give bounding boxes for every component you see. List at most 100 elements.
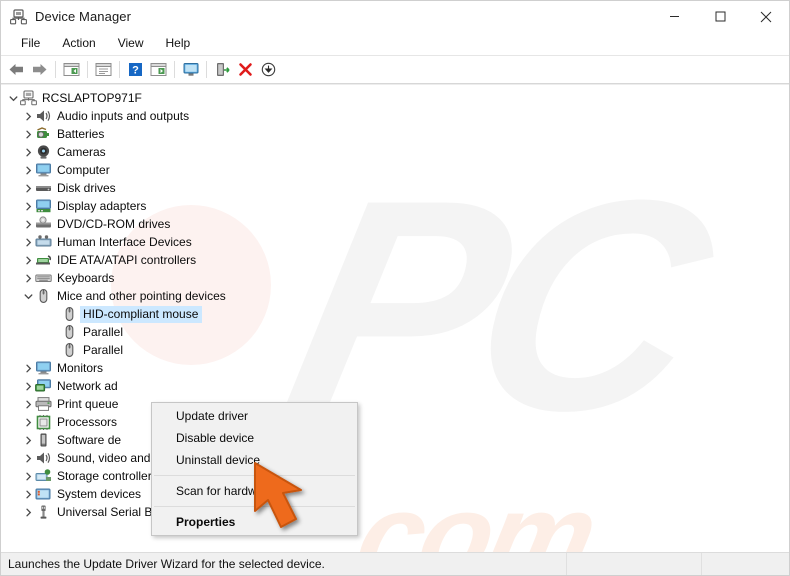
update-driver-icon[interactable] (211, 59, 234, 81)
tree-item-batteries[interactable]: Batteries (1, 125, 789, 143)
context-menu-item-disable-device[interactable]: Disable device (152, 427, 357, 449)
tree-item-storage-controllers[interactable]: Storage controllers (1, 467, 789, 485)
optical-drive-icon (35, 215, 52, 233)
device-manager-window: Device Manager File Action View Help ? P… (0, 0, 790, 576)
tree-item-label: Print queue (57, 397, 119, 411)
tree-item-hid-compliant-mouse[interactable]: HID-compliant mouse (1, 305, 789, 323)
minimize-button[interactable] (651, 1, 697, 32)
mouse-icon (61, 324, 78, 341)
menu-action[interactable]: Action (51, 34, 106, 53)
context-menu[interactable]: Update driver Disable device Uninstall dev… (151, 402, 358, 536)
chevron-right-icon[interactable] (22, 125, 35, 143)
context-menu-item-scan-for-hardware-c[interactable]: Scan for hardware c (152, 480, 357, 502)
chevron-right-icon[interactable] (22, 467, 35, 485)
camera-icon (35, 144, 52, 161)
context-menu-item-properties[interactable]: Properties (152, 511, 357, 533)
tree-item-network-ad[interactable]: Network ad (1, 377, 789, 395)
chevron-right-icon[interactable] (22, 161, 35, 179)
network-adapter-icon (35, 378, 52, 395)
chevron-right-icon[interactable] (22, 233, 35, 251)
tree-item-keyboards[interactable]: Keyboards (1, 269, 789, 287)
tree-item-human-interface-devices[interactable]: Human Interface Devices (1, 233, 789, 251)
usb-icon (35, 504, 52, 521)
device-tree-panel[interactable]: PC .com RCSLAPTOP971F Audio inputs and o… (1, 84, 789, 555)
chevron-right-icon[interactable] (22, 503, 35, 521)
chevron-down-icon[interactable] (22, 287, 35, 305)
properties-icon[interactable] (92, 59, 115, 81)
chevron-right-icon[interactable] (22, 197, 35, 215)
toolbar-separator (174, 61, 175, 78)
disable-device-icon[interactable] (257, 59, 280, 81)
mouse-icon (61, 342, 78, 359)
chevron-right-icon[interactable] (22, 269, 35, 287)
chevron-right-icon[interactable] (22, 377, 35, 395)
toolbar-separator (206, 61, 207, 78)
tree-item-sound-video-and-game-controllers[interactable]: Sound, video and game controllers (1, 449, 789, 467)
back-arrow-icon[interactable] (5, 59, 28, 81)
tree-item-label: Audio inputs and outputs (57, 109, 190, 123)
tree-item-computer[interactable]: Computer (1, 161, 789, 179)
tree-item-label: Batteries (57, 127, 105, 141)
status-message: Launches the Update Driver Wizard for th… (8, 557, 325, 571)
chevron-right-icon[interactable] (22, 359, 35, 377)
device-tree[interactable]: RCSLAPTOP971F Audio inputs and outputs Ba… (1, 85, 789, 521)
chevron-right-icon[interactable] (22, 251, 35, 269)
system-device-icon (35, 486, 52, 503)
tree-item-parallel[interactable]: Parallel (1, 323, 789, 341)
tree-item-label: Processors (57, 415, 118, 429)
monitor-icon (35, 360, 52, 377)
tree-item-dvd-cd-rom-drives[interactable]: DVD/CD-ROM drives (1, 215, 789, 233)
tree-item-cameras[interactable]: Cameras (1, 143, 789, 161)
tree-item-label: IDE ATA/ATAPI controllers (57, 253, 197, 267)
chevron-right-icon[interactable] (22, 485, 35, 503)
uninstall-device-icon[interactable] (234, 59, 257, 81)
menu-file[interactable]: File (10, 34, 51, 53)
chevron-right-icon[interactable] (22, 431, 35, 449)
window-title: Device Manager (35, 9, 132, 24)
tree-item-processors[interactable]: Processors (1, 413, 789, 431)
chevron-right-icon[interactable] (22, 215, 35, 233)
view-details-icon[interactable] (147, 59, 170, 81)
tree-item-disk-drives[interactable]: Disk drives (1, 179, 789, 197)
tree-item-label: Human Interface Devices (57, 235, 192, 249)
software-device-icon (35, 432, 52, 449)
scan-hardware-changes-icon[interactable] (179, 59, 202, 81)
window-controls (651, 1, 789, 32)
close-button[interactable] (743, 1, 789, 32)
menu-help[interactable]: Help (155, 34, 202, 53)
tree-item-ide-ata-atapi-controllers[interactable]: IDE ATA/ATAPI controllers (1, 251, 789, 269)
tree-item-software-de[interactable]: Software de (1, 431, 789, 449)
tree-item-label: Disk drives (57, 181, 116, 195)
chevron-right-icon[interactable] (22, 395, 35, 413)
tree-item-print-queue[interactable]: Print queue (1, 395, 789, 413)
tree-item-audio-inputs-and-outputs[interactable]: Audio inputs and outputs (1, 107, 789, 125)
context-menu-item-uninstall-device[interactable]: Uninstall device (152, 449, 357, 471)
chevron-right-icon[interactable] (22, 413, 35, 431)
tree-item-monitors[interactable]: Monitors (1, 359, 789, 377)
help-icon[interactable]: ? (124, 59, 147, 81)
forward-arrow-icon[interactable] (28, 59, 51, 81)
tree-item-label: DVD/CD-ROM drives (57, 217, 171, 231)
context-menu-item-update-driver[interactable]: Update driver (152, 405, 357, 427)
tree-item-display-adapters[interactable]: Display adapters (1, 197, 789, 215)
chevron-right-icon[interactable] (22, 107, 35, 125)
tree-item-mice-and-other-pointing-devices[interactable]: Mice and other pointing devices (1, 287, 789, 305)
tree-item-universal-serial-bus-controllers[interactable]: Universal Serial Bus controllers (1, 503, 789, 521)
toolbar-separator (119, 61, 120, 78)
status-panel-3 (702, 553, 789, 576)
tree-item-system-devices[interactable]: System devices (1, 485, 789, 503)
show-hide-console-tree-icon[interactable] (60, 59, 83, 81)
disk-drive-icon (35, 180, 52, 197)
status-bar: Launches the Update Driver Wizard for th… (1, 552, 789, 575)
tree-children: Audio inputs and outputs Batteries Cameras… (1, 107, 789, 521)
status-panel-2 (567, 553, 701, 576)
tree-root-row[interactable]: RCSLAPTOP971F (1, 89, 789, 107)
device-manager-icon (10, 8, 28, 25)
chevron-right-icon[interactable] (22, 179, 35, 197)
chevron-down-icon[interactable] (7, 89, 20, 107)
tree-item-parallel[interactable]: Parallel (1, 341, 789, 359)
chevron-right-icon[interactable] (22, 143, 35, 161)
maximize-button[interactable] (697, 1, 743, 32)
chevron-right-icon[interactable] (22, 449, 35, 467)
menu-view[interactable]: View (107, 34, 155, 53)
